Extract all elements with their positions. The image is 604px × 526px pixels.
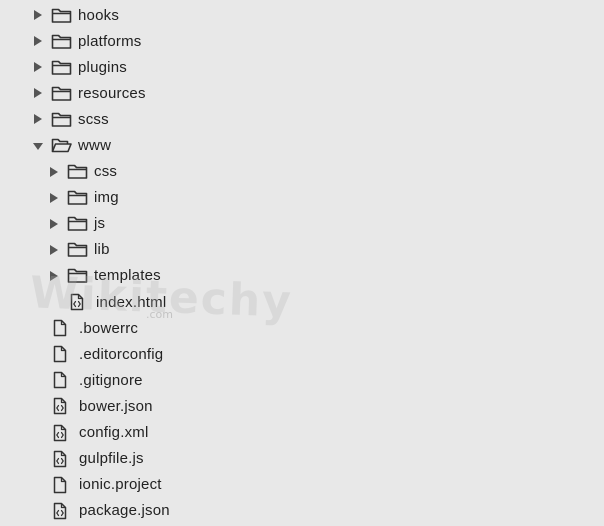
disclosure-triangle-right-icon[interactable]: [48, 165, 60, 179]
tree-file-dot-bowerrc[interactable]: .bowerrc: [0, 315, 604, 341]
tree-item-label: scss: [78, 110, 109, 128]
disclosure-triangle-right-icon[interactable]: [48, 191, 60, 205]
tree-folder-www[interactable]: www: [0, 132, 604, 158]
tree-item-label: lib: [94, 241, 110, 259]
tree-folder-hooks[interactable]: hooks: [0, 2, 604, 28]
tree-folder-templates[interactable]: templates: [0, 263, 604, 289]
tree-item-label: www: [78, 137, 112, 155]
disclosure-triangle-right-icon[interactable]: [48, 269, 60, 283]
tree-folder-img[interactable]: img: [0, 185, 604, 211]
tree-item-label: hooks: [78, 6, 120, 24]
tree-item-label: bower.json: [79, 397, 153, 415]
folder-icon: [67, 241, 89, 259]
tree-file-bower-json[interactable]: bower.json: [0, 393, 604, 419]
tree-folder-lib[interactable]: lib: [0, 237, 604, 263]
tree-file-package-json[interactable]: package.json: [0, 498, 604, 524]
tree-item-label: index.html: [96, 293, 167, 311]
code-file-icon: [70, 293, 86, 311]
tree-item-label: .gitignore: [79, 371, 143, 389]
code-file-icon: [53, 397, 69, 415]
tree-item-label: gulpfile.js: [79, 450, 144, 468]
code-file-icon: [53, 450, 69, 468]
code-file-icon: [53, 502, 69, 520]
tree-item-label: css: [94, 163, 118, 181]
disclosure-triangle-down-icon[interactable]: [32, 139, 44, 153]
tree-file-index-html[interactable]: index.html: [0, 289, 604, 315]
disclosure-triangle-right-icon[interactable]: [32, 8, 44, 22]
tree-folder-css[interactable]: css: [0, 159, 604, 185]
tree-item-label: templates: [94, 267, 161, 285]
tree-file-dot-editorconfig[interactable]: .editorconfig: [0, 341, 604, 367]
disclosure-triangle-right-icon[interactable]: [32, 34, 44, 48]
disclosure-triangle-right-icon[interactable]: [32, 112, 44, 126]
file-tree: hooks platforms plugins resources scss www css…: [0, 2, 604, 524]
tree-item-label: .bowerrc: [79, 319, 139, 337]
folder-open-icon: [51, 137, 73, 155]
disclosure-triangle-right-icon[interactable]: [48, 217, 60, 231]
folder-icon: [67, 215, 89, 233]
folder-icon: [67, 267, 89, 285]
tree-file-ionic-project[interactable]: ionic.project: [0, 472, 604, 498]
tree-folder-scss[interactable]: scss: [0, 106, 604, 132]
tree-item-label: resources: [78, 84, 146, 102]
folder-icon: [51, 32, 73, 50]
folder-icon: [51, 6, 73, 24]
tree-item-label: js: [94, 215, 106, 233]
code-file-icon: [53, 424, 69, 442]
tree-folder-plugins[interactable]: plugins: [0, 54, 604, 80]
folder-icon: [51, 58, 73, 76]
tree-item-label: config.xml: [79, 424, 149, 442]
tree-file-gulpfile-js[interactable]: gulpfile.js: [0, 446, 604, 472]
file-icon: [53, 476, 69, 494]
disclosure-triangle-right-icon[interactable]: [32, 86, 44, 100]
folder-icon: [67, 189, 89, 207]
tree-item-label: img: [94, 189, 119, 207]
tree-item-label: ionic.project: [79, 476, 162, 494]
tree-item-label: platforms: [78, 32, 142, 50]
tree-item-label: package.json: [79, 502, 170, 520]
folder-icon: [51, 84, 73, 102]
file-icon: [53, 371, 69, 389]
file-icon: [53, 319, 69, 337]
tree-item-label: .editorconfig: [79, 345, 164, 363]
folder-icon: [67, 163, 89, 181]
folder-icon: [51, 110, 73, 128]
disclosure-triangle-right-icon[interactable]: [48, 243, 60, 257]
tree-file-config-xml[interactable]: config.xml: [0, 420, 604, 446]
tree-folder-platforms[interactable]: platforms: [0, 28, 604, 54]
disclosure-triangle-right-icon[interactable]: [32, 60, 44, 74]
tree-item-label: plugins: [78, 58, 127, 76]
tree-file-dot-gitignore[interactable]: .gitignore: [0, 367, 604, 393]
file-icon: [53, 345, 69, 363]
tree-folder-resources[interactable]: resources: [0, 80, 604, 106]
tree-folder-js[interactable]: js: [0, 211, 604, 237]
